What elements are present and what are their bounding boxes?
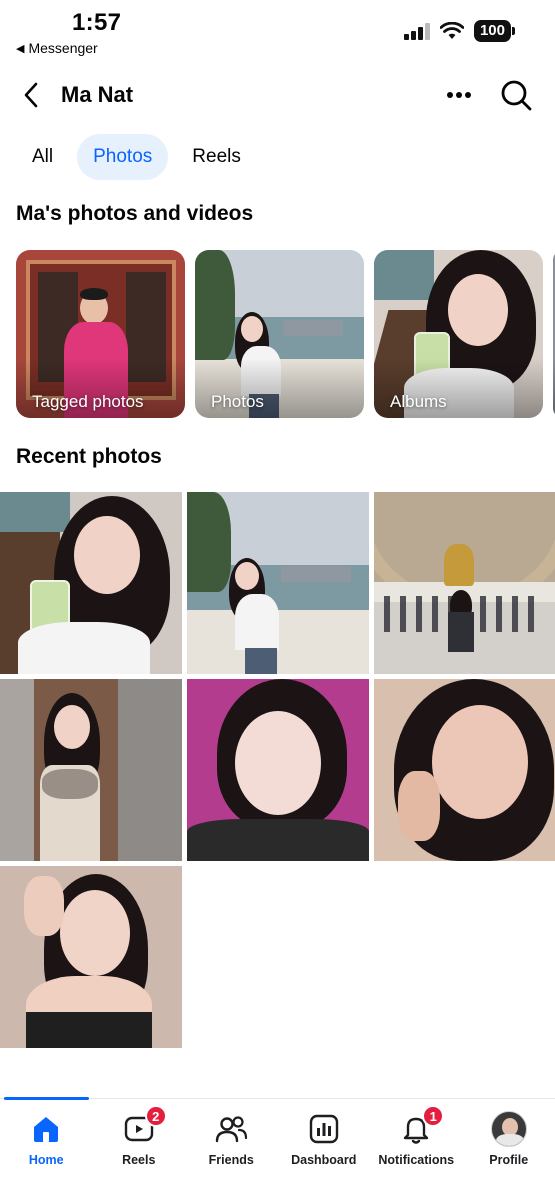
chevron-left-icon [24,82,38,108]
album-label: Albums [390,392,447,411]
album-label: Photos [211,392,264,411]
profile-avatar [490,1111,527,1147]
album-tagged-photos[interactable]: Tagged photos [16,250,185,418]
photo-thumbnail[interactable] [187,679,369,861]
nav-notifications[interactable]: 1 Notifications [370,1099,463,1200]
nav-friends[interactable]: Friends [185,1099,278,1200]
nav-home[interactable]: Home [0,1099,93,1200]
nav-label: Reels [122,1153,156,1167]
wifi-icon [439,22,464,39]
photo-thumbnail[interactable] [374,679,555,861]
tab-reels[interactable]: Reels [176,134,257,180]
nav-label: Home [28,1153,64,1167]
home-icon [34,1117,59,1142]
notifications-badge: 1 [422,1105,445,1127]
search-button[interactable] [497,76,535,114]
bottom-nav: Home 2 Reels Friends Dashboard 1 Notific… [0,1097,555,1200]
photo-thumbnail[interactable] [187,492,369,674]
photo-thumbnail[interactable] [0,679,182,861]
page-header: Ma Nat [0,70,555,120]
recent-photos-grid [0,492,555,1048]
battery-level: 100 [473,20,511,42]
nav-label: Dashboard [291,1153,357,1167]
friends-icon [216,1116,248,1143]
signal-icon [403,22,430,40]
nav-reels[interactable]: 2 Reels [93,1099,186,1200]
nav-label: Friends [208,1153,254,1167]
search-icon [501,80,532,111]
battery-indicator: 100 [473,20,515,42]
back-to-app-link[interactable]: ◀ Messenger [16,40,98,56]
tab-photos[interactable]: Photos [77,134,169,180]
system-icons: 100 [403,20,515,42]
back-button[interactable] [14,78,48,112]
more-options-button[interactable] [440,78,478,112]
tab-all[interactable]: All [16,134,69,180]
album-carousel[interactable]: Tagged photos Photos Albums [16,250,555,418]
more-icon [447,92,471,98]
photo-thumbnail[interactable] [0,866,182,1048]
album-photos[interactable]: Photos [195,250,364,418]
reels-badge: 2 [144,1105,167,1127]
filter-tabs: All Photos Reels [16,134,257,180]
back-app-label: Messenger [28,40,98,56]
photo-thumbnail[interactable] [0,492,182,674]
recent-section-title: Recent photos [16,445,162,468]
album-albums[interactable]: Albums [374,250,543,418]
nav-label: Profile [489,1153,529,1167]
status-bar: 1:57 ◀ Messenger 100 [0,0,555,62]
back-triangle-icon: ◀ [16,42,25,55]
albums-section-title: Ma's photos and videos [16,202,254,225]
dashboard-icon [309,1114,338,1144]
status-time: 1:57 [72,9,122,36]
nav-dashboard[interactable]: Dashboard [278,1099,371,1200]
nav-profile[interactable]: Profile [463,1099,555,1200]
nav-label: Notifications [378,1153,455,1167]
album-label: Tagged photos [32,392,144,411]
photo-thumbnail[interactable] [374,492,555,674]
page-title: Ma Nat [61,82,134,107]
